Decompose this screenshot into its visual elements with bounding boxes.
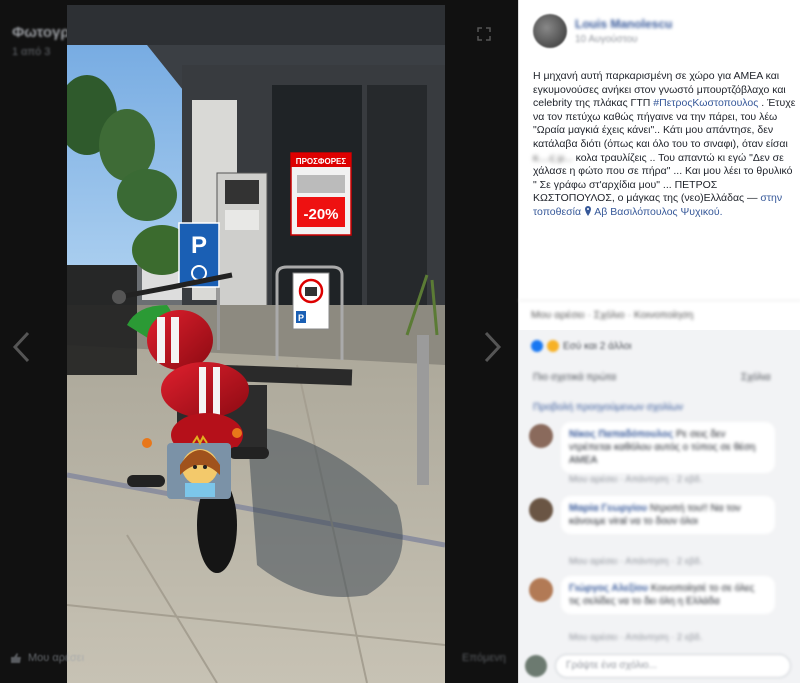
comments-area: Εσύ και 2 άλλοι Πιο σχετικά πρώτα Σχόλια…	[519, 330, 800, 683]
hashtag-link[interactable]: #ΠετροςΚωστοπουλος	[653, 97, 758, 109]
comment-bubble: Γιώργος Αλεξίου Κοινοποίησέ το σε όλες τ…	[561, 576, 775, 614]
action-bar-text: Μου αρέσει · Σχόλιο · Κοινοποίηση	[531, 308, 694, 321]
censored-word-1: κ....ς	[533, 151, 555, 164]
commenter-name[interactable]: Γιώργος Αλεξίου	[569, 583, 648, 594]
write-comment-box: Γράψτε ένα σχόλιο...	[525, 652, 795, 680]
no-parking-sign: P	[292, 272, 330, 330]
viewer-like-label: Μου αρέσει	[28, 652, 85, 664]
promo-sign: ΠΡΟΣΦΟΡΕΣ -20%	[290, 152, 352, 236]
next-arrow-icon[interactable]	[480, 330, 504, 364]
comment-bubble: Μαρία Γεωργίου Ντροπή του!! Να τον κάνου…	[561, 496, 775, 534]
current-user-avatar	[525, 655, 547, 677]
location-pin-icon	[584, 205, 591, 216]
comment-meta[interactable]: Μου αρέσει · Απάντηση · 2 εβδ.	[569, 556, 702, 567]
previous-arrow-icon[interactable]	[10, 330, 34, 364]
like-reaction-icon	[531, 340, 543, 352]
promo-sign-discount: -20%	[303, 206, 338, 223]
author-avatar[interactable]	[533, 14, 567, 48]
photo-viewer: Φωτογραφίες χρονολογίου 1 από 3	[0, 0, 518, 683]
comment-meta[interactable]: Μου αρέσει · Απάντηση · 2 εβδ.	[569, 632, 702, 643]
censored-word-2: μ...	[557, 151, 573, 164]
reaction-summary[interactable]: Εσύ και 2 άλλοι	[531, 340, 632, 352]
parking-sign-letter: P	[191, 232, 207, 259]
commenter-name[interactable]: Νίκος Παπαδόπουλος	[569, 429, 673, 440]
haha-reaction-icon	[547, 340, 559, 352]
post-panel: Louis Manolescu 10 Αυγούστου Η μηχανή αυ…	[518, 0, 800, 683]
commenter-avatar[interactable]	[529, 498, 553, 522]
viewer-subtitle: 1 από 3	[12, 46, 51, 58]
promo-sign-title: ΠΡΟΣΦΟΡΕΣ	[296, 157, 347, 166]
post-body: Η μηχανή αυτή παρκαρισμένη σε χώρο για Α…	[533, 70, 797, 220]
thumbs-up-icon	[11, 653, 21, 663]
comment-bubble: Νίκος Παπαδόπουλος Ρε σεις δεν ντρέπεται…	[561, 422, 775, 473]
small-sign-letter: P	[298, 313, 304, 323]
author-name[interactable]: Louis Manolescu	[575, 17, 672, 31]
expand-icon[interactable]	[476, 26, 492, 42]
comment-input[interactable]: Γράψτε ένα σχόλιο...	[555, 654, 791, 678]
viewer-next-label[interactable]: Επόμενη	[462, 652, 506, 664]
comments-count: Σχόλια	[741, 372, 771, 383]
post-photo[interactable]: ΠΡΟΣΦΟΡΕΣ -20% P P	[67, 5, 445, 683]
commenter-name[interactable]: Μαρία Γεωργίου	[569, 503, 647, 514]
commenter-avatar[interactable]	[529, 424, 553, 448]
viewer-like-action[interactable]: Μου αρέσει	[10, 652, 84, 664]
post-action-bar[interactable]: Μου αρέσει · Σχόλιο · Κοινοποίηση	[519, 300, 800, 328]
post-timestamp[interactable]: 10 Αυγούστου	[575, 34, 638, 45]
location-link[interactable]: Αβ Βασιλόπουλος Ψυχικού.	[594, 206, 722, 218]
motorcycle-photo-scene: ΠΡΟΣΦΟΡΕΣ -20% P P	[67, 5, 445, 683]
reaction-summary-text: Εσύ και 2 άλλοι	[563, 340, 632, 352]
commenter-avatar[interactable]	[529, 578, 553, 602]
post-header: Louis Manolescu 10 Αυγούστου	[533, 14, 793, 54]
comments-sort-toggle[interactable]: Πιο σχετικά πρώτα	[533, 372, 616, 383]
comment-meta[interactable]: Μου αρέσει · Απάντηση · 2 εβδ.	[569, 474, 702, 485]
view-more-comments-link[interactable]: Προβολή προηγούμενων σχολίων	[533, 402, 683, 413]
